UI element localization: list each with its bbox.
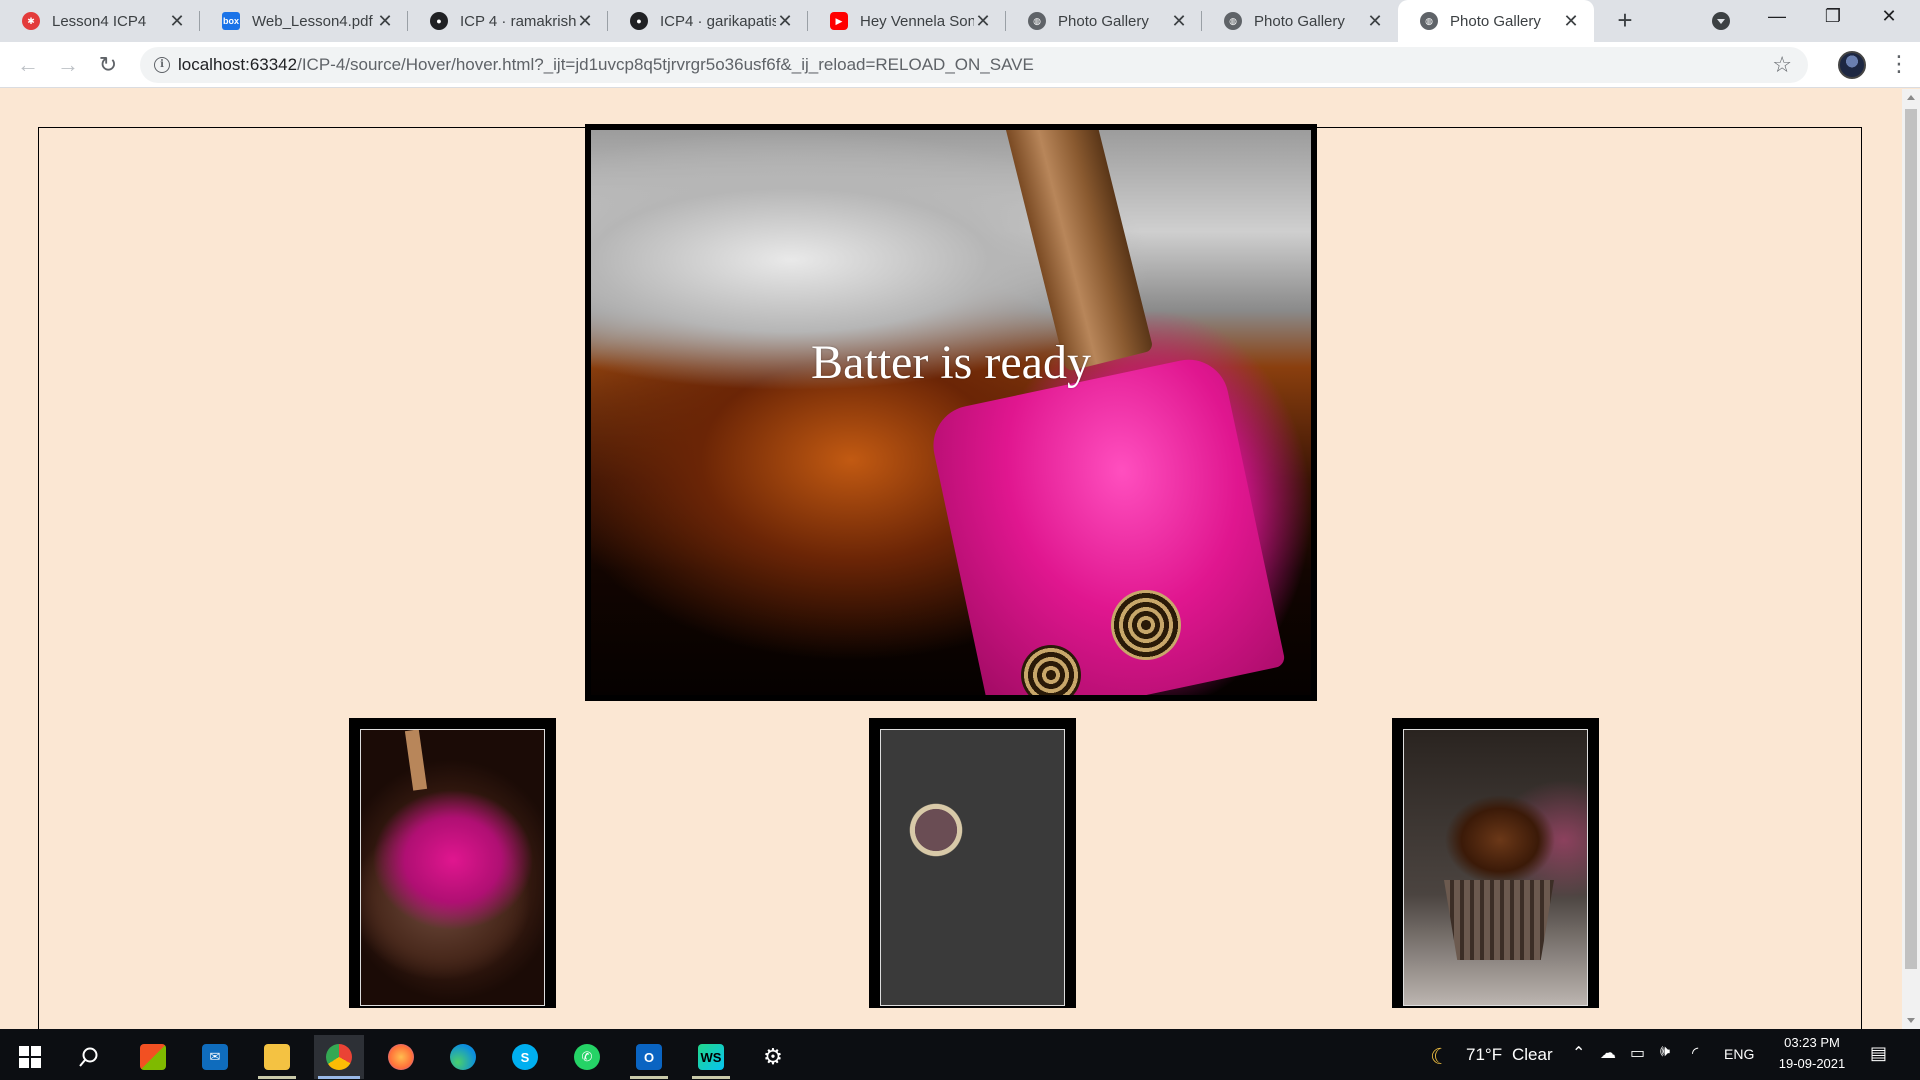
info-icon[interactable]: i <box>154 57 170 73</box>
restore-button[interactable]: ❐ <box>1810 6 1856 36</box>
thumbnail-frosted-cupcake[interactable] <box>1403 729 1588 1006</box>
settings-gear-icon[interactable]: ⚙ <box>748 1035 798 1079</box>
tab-title: Lesson4 ICP4 <box>52 12 147 30</box>
close-tab-icon[interactable]: ✕ <box>1562 11 1580 32</box>
windows-taskbar: ✉ S ✆ O WS ⚙ ☾ 71°F Clear ⌃ ☁ ▭ 🕪 ◜ ENG … <box>0 1029 1920 1080</box>
umkc-icon: ✱ <box>22 12 40 30</box>
tab-hey-vennela-song[interactable]: ▶ Hey Vennela Song ✕ <box>808 0 1006 42</box>
close-window-button[interactable]: ✕ <box>1866 6 1912 36</box>
show-hidden-icons-chevron-icon[interactable]: ⌃ <box>1572 1043 1585 1063</box>
wifi-icon[interactable]: ◜ <box>1692 1043 1698 1063</box>
microsoft-store-icon[interactable] <box>128 1035 178 1079</box>
close-tab-icon[interactable]: ✕ <box>974 11 992 32</box>
browser-toolbar: ← → ↻ i localhost:63342/ICP-4/source/Hov… <box>0 42 1920 88</box>
profile-avatar[interactable] <box>1838 51 1866 79</box>
back-arrow-icon[interactable]: ← <box>14 51 42 79</box>
tab-web-lesson4-pdf[interactable]: box Web_Lesson4.pdf ✕ <box>200 0 408 42</box>
new-tab-button[interactable]: + <box>1612 7 1638 34</box>
close-tab-icon[interactable]: ✕ <box>1170 11 1188 32</box>
whatsapp-icon[interactable]: ✆ <box>562 1035 612 1079</box>
skype-icon[interactable]: S <box>500 1035 550 1079</box>
gallery-container: Batter is ready <box>38 124 1862 1029</box>
weather-condition[interactable]: Clear <box>1512 1045 1553 1065</box>
volume-icon[interactable]: 🕪 <box>1660 1043 1670 1061</box>
scroll-up-arrow-icon[interactable] <box>1907 95 1915 100</box>
tab-lesson4-icp4[interactable]: ✱ Lesson4 ICP4 ✕ <box>0 0 200 42</box>
thumbnail-frame <box>869 718 1076 1008</box>
url-path: /ICP-4/source/Hover/hover.html?_ijt=jd1u… <box>297 55 1034 74</box>
spatula-head-shape <box>926 352 1286 695</box>
github-icon: ● <box>430 12 448 30</box>
tab-title: Photo Gallery <box>1058 12 1149 30</box>
notifications-icon[interactable]: ▤ <box>1870 1043 1887 1064</box>
edge-icon[interactable] <box>438 1035 488 1079</box>
outlook-icon[interactable]: O <box>624 1035 674 1079</box>
close-tab-icon[interactable]: ✕ <box>1366 11 1384 32</box>
file-explorer-icon[interactable] <box>252 1035 302 1079</box>
globe-icon: ◍ <box>1028 12 1046 30</box>
close-tab-icon[interactable]: ✕ <box>168 11 186 32</box>
search-icon[interactable] <box>64 1035 114 1079</box>
scroll-down-arrow-icon[interactable] <box>1907 1018 1915 1023</box>
tab-photo-gallery-2[interactable]: ◍ Photo Gallery ✕ <box>1202 0 1398 42</box>
github-icon: ● <box>630 12 648 30</box>
main-image-caption: Batter is ready <box>811 336 1091 389</box>
windows-start-icon[interactable] <box>5 1035 55 1079</box>
globe-icon: ◍ <box>1420 12 1438 30</box>
thumbnail-frame <box>1392 718 1599 1008</box>
tab-title: ICP 4 · ramakrishn <box>460 12 576 30</box>
weather-moon-icon[interactable]: ☾ <box>1415 1035 1465 1079</box>
swirl-decoration <box>1111 590 1181 660</box>
onedrive-icon[interactable]: ☁ <box>1600 1043 1616 1063</box>
thumbnail-cupcake-pan[interactable] <box>880 729 1065 1006</box>
tab-search-icon[interactable] <box>1712 12 1730 30</box>
tab-title: Hey Vennela Song <box>860 12 974 30</box>
tab-title: ICP4 · garikapatisr <box>660 12 776 30</box>
battery-icon[interactable]: ▭ <box>1630 1043 1645 1063</box>
forward-arrow-icon[interactable]: → <box>54 51 82 79</box>
close-tab-icon[interactable]: ✕ <box>776 11 794 32</box>
reload-icon[interactable]: ↻ <box>94 51 122 79</box>
clock-time[interactable]: 03:23 PM <box>1768 1035 1856 1050</box>
vertical-scrollbar[interactable] <box>1902 89 1920 1029</box>
firefox-icon[interactable] <box>376 1035 426 1079</box>
tab-title: Photo Gallery <box>1254 12 1345 30</box>
weather-temperature[interactable]: 71°F <box>1466 1045 1502 1065</box>
close-tab-icon[interactable]: ✕ <box>576 11 594 32</box>
chrome-icon[interactable] <box>314 1035 364 1079</box>
scroll-thumb[interactable] <box>1905 109 1917 969</box>
thumbnail-frame <box>349 718 556 1008</box>
tab-strip: ✱ Lesson4 ICP4 ✕ box Web_Lesson4.pdf ✕ ●… <box>0 0 1920 42</box>
input-language[interactable]: ENG <box>1724 1046 1754 1062</box>
main-image-batter[interactable]: Batter is ready <box>591 130 1311 695</box>
tab-icp4-ramakrishn[interactable]: ● ICP 4 · ramakrishn ✕ <box>408 0 608 42</box>
tab-photo-gallery-1[interactable]: ◍ Photo Gallery ✕ <box>1006 0 1202 42</box>
url-text[interactable]: localhost:63342/ICP-4/source/Hover/hover… <box>178 55 1034 75</box>
minimize-button[interactable]: — <box>1754 6 1800 36</box>
clock-date[interactable]: 19-09-2021 <box>1768 1056 1856 1071</box>
address-bar[interactable]: i localhost:63342/ICP-4/source/Hover/hov… <box>140 47 1808 83</box>
tab-icp4-garikapatisr[interactable]: ● ICP4 · garikapatisr ✕ <box>608 0 808 42</box>
tab-photo-gallery-active[interactable]: ◍ Photo Gallery ✕ <box>1398 0 1594 42</box>
webstorm-icon[interactable]: WS <box>686 1035 736 1079</box>
url-host: localhost:63342 <box>178 55 298 74</box>
kebab-menu-icon[interactable]: ⋮ <box>1888 50 1910 78</box>
bookmark-star-icon[interactable]: ☆ <box>1772 52 1792 78</box>
close-tab-icon[interactable]: ✕ <box>376 11 394 32</box>
thumbnail-batter-bowl[interactable] <box>360 729 545 1006</box>
main-image-frame: Batter is ready <box>585 124 1317 701</box>
youtube-icon: ▶ <box>830 12 848 30</box>
page-viewport: Batter is ready <box>0 89 1902 1029</box>
mail-icon[interactable]: ✉ <box>190 1035 240 1079</box>
box-icon: box <box>222 12 240 30</box>
tab-title: Photo Gallery <box>1450 12 1541 30</box>
globe-icon: ◍ <box>1224 12 1242 30</box>
tab-title: Web_Lesson4.pdf <box>252 12 373 30</box>
